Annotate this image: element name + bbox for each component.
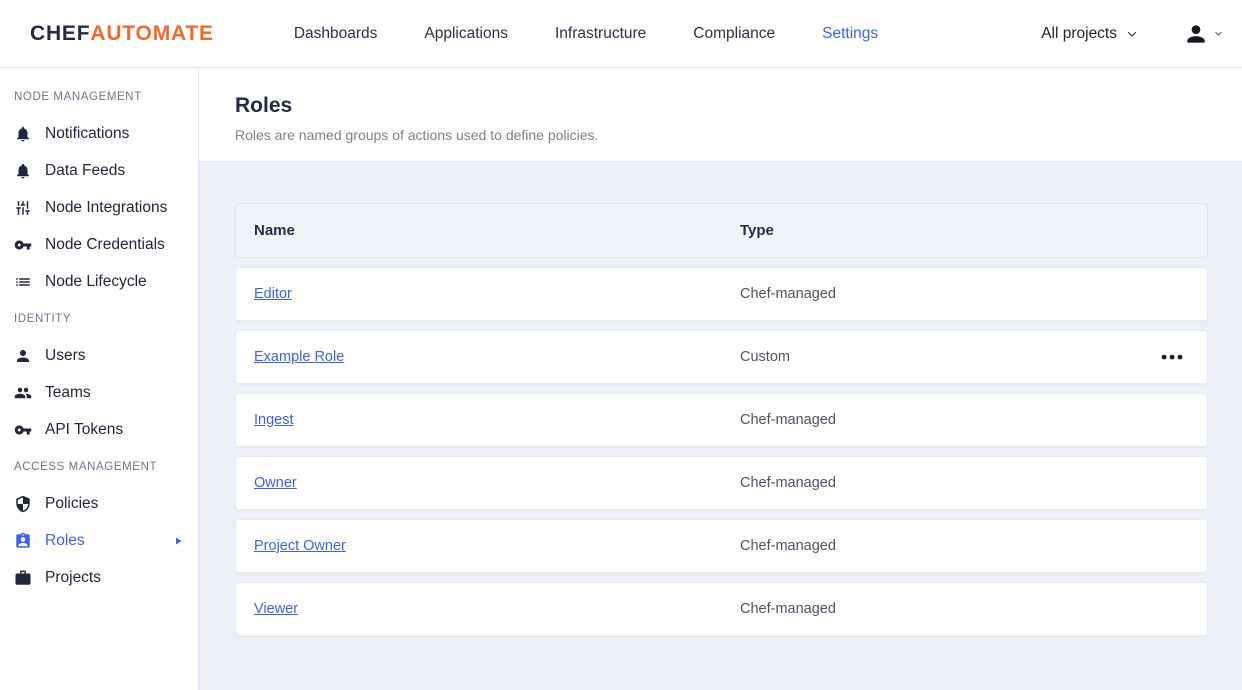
sidebar-section-label-node-management: NODE MANAGEMENT (0, 78, 198, 115)
role-name-cell: Viewer (236, 600, 298, 618)
nav-item-applications[interactable]: Applications (424, 25, 508, 43)
project-filter-dropdown[interactable]: All projects (1041, 25, 1139, 43)
table-row-example-role: Example Role Custom ••• (235, 330, 1208, 384)
row-menu-button[interactable]: ••• (1153, 343, 1193, 372)
sidebar-item-node-lifecycle[interactable]: Node Lifecycle (0, 263, 198, 300)
page-header: Roles Roles are named groups of actions … (199, 68, 1242, 162)
sidebar-item-users[interactable]: Users (0, 337, 198, 374)
column-header-name: Name (236, 222, 295, 239)
sidebar-item-node-integrations[interactable]: Node Integrations (0, 189, 198, 226)
roles-table-container: Name Type Editor Chef-managed ••• Exampl… (199, 162, 1242, 636)
table-row-project-owner: Project Owner Chef-managed ••• (235, 519, 1208, 573)
column-header-type: Type (740, 222, 774, 239)
user-icon (14, 347, 32, 365)
role-name-link[interactable]: Example Role (254, 349, 344, 365)
table-body: Editor Chef-managed ••• Example Role Cus… (235, 267, 1208, 636)
chef-automate-logo[interactable]: CHEFAUTOMATE (30, 22, 214, 46)
user-menu[interactable] (1183, 21, 1224, 47)
sidebar-item-notifications[interactable]: Notifications (0, 115, 198, 152)
primary-nav: Dashboards Applications Infrastructure Comp… (294, 25, 878, 43)
chevron-down-icon (1213, 28, 1224, 39)
role-name-link[interactable]: Ingest (254, 412, 294, 428)
bell-icon (14, 125, 32, 143)
nav-item-dashboards[interactable]: Dashboards (294, 25, 378, 43)
sidebar-item-data-feeds[interactable]: Data Feeds (0, 152, 198, 189)
sidebar-item-teams[interactable]: Teams (0, 374, 198, 411)
role-name-cell: Owner (236, 474, 297, 492)
sidebar-item-node-credentials[interactable]: Node Credentials (0, 226, 198, 263)
project-filter-label: All projects (1041, 25, 1117, 43)
user-avatar-icon (1183, 21, 1209, 47)
topbar-right-controls: All projects (1041, 21, 1224, 47)
nav-item-compliance[interactable]: Compliance (693, 25, 775, 43)
sidebar-section-label-access-management: ACCESS MANAGEMENT (0, 448, 198, 485)
page-title: Roles (235, 94, 1206, 118)
role-name-link[interactable]: Viewer (254, 601, 298, 617)
triangle-right-icon (172, 535, 184, 547)
nav-item-settings[interactable]: Settings (822, 25, 878, 43)
briefcase-icon (14, 569, 32, 587)
roles-table: Name Type Editor Chef-managed ••• Exampl… (235, 203, 1208, 636)
main-content: Roles Roles are named groups of actions … (199, 68, 1242, 690)
role-name-cell: Editor (236, 285, 292, 303)
key-icon (14, 421, 32, 439)
table-header-row: Name Type (235, 203, 1208, 258)
shield-icon (14, 495, 32, 513)
bell-icon (14, 162, 32, 180)
users-icon (14, 384, 32, 402)
nav-item-infrastructure[interactable]: Infrastructure (555, 25, 646, 43)
role-name-link[interactable]: Editor (254, 286, 292, 302)
top-navigation-bar: CHEFAUTOMATE Dashboards Applications Infra… (0, 0, 1242, 68)
table-row-viewer: Viewer Chef-managed ••• (235, 582, 1208, 636)
sidebar-item-api-tokens[interactable]: API Tokens (0, 411, 198, 448)
sidebar-item-roles[interactable]: Roles (0, 522, 198, 559)
role-type-cell: Chef-managed (740, 286, 836, 302)
key-icon (14, 236, 32, 254)
role-name-cell: Project Owner (236, 537, 346, 555)
table-row-ingest: Ingest Chef-managed ••• (235, 393, 1208, 447)
role-type-cell: Chef-managed (740, 475, 836, 491)
role-name-link[interactable]: Project Owner (254, 538, 346, 554)
role-name-cell: Ingest (236, 411, 294, 429)
table-row-editor: Editor Chef-managed ••• (235, 267, 1208, 321)
settings-sidebar: NODE MANAGEMENT Notifications Data Feeds… (0, 68, 199, 690)
table-row-owner: Owner Chef-managed ••• (235, 456, 1208, 510)
chevron-down-icon (1125, 27, 1139, 41)
role-name-cell: Example Role (236, 348, 344, 366)
sidebar-item-policies[interactable]: Policies (0, 485, 198, 522)
role-name-link[interactable]: Owner (254, 475, 297, 491)
role-type-cell: Chef-managed (740, 601, 836, 617)
page-subtitle: Roles are named groups of actions used t… (235, 127, 1206, 143)
role-type-cell: Chef-managed (740, 412, 836, 428)
sidebar-item-projects[interactable]: Projects (0, 559, 198, 596)
role-type-cell: Custom (740, 349, 790, 365)
role-type-cell: Chef-managed (740, 538, 836, 554)
badge-icon (14, 532, 32, 550)
logo-chef-text: CHEF (30, 22, 90, 45)
logo-automate-text: AUTOMATE (90, 22, 213, 45)
sliders-icon (14, 199, 32, 217)
list-icon (14, 273, 32, 291)
sidebar-section-label-identity: IDENTITY (0, 300, 198, 337)
